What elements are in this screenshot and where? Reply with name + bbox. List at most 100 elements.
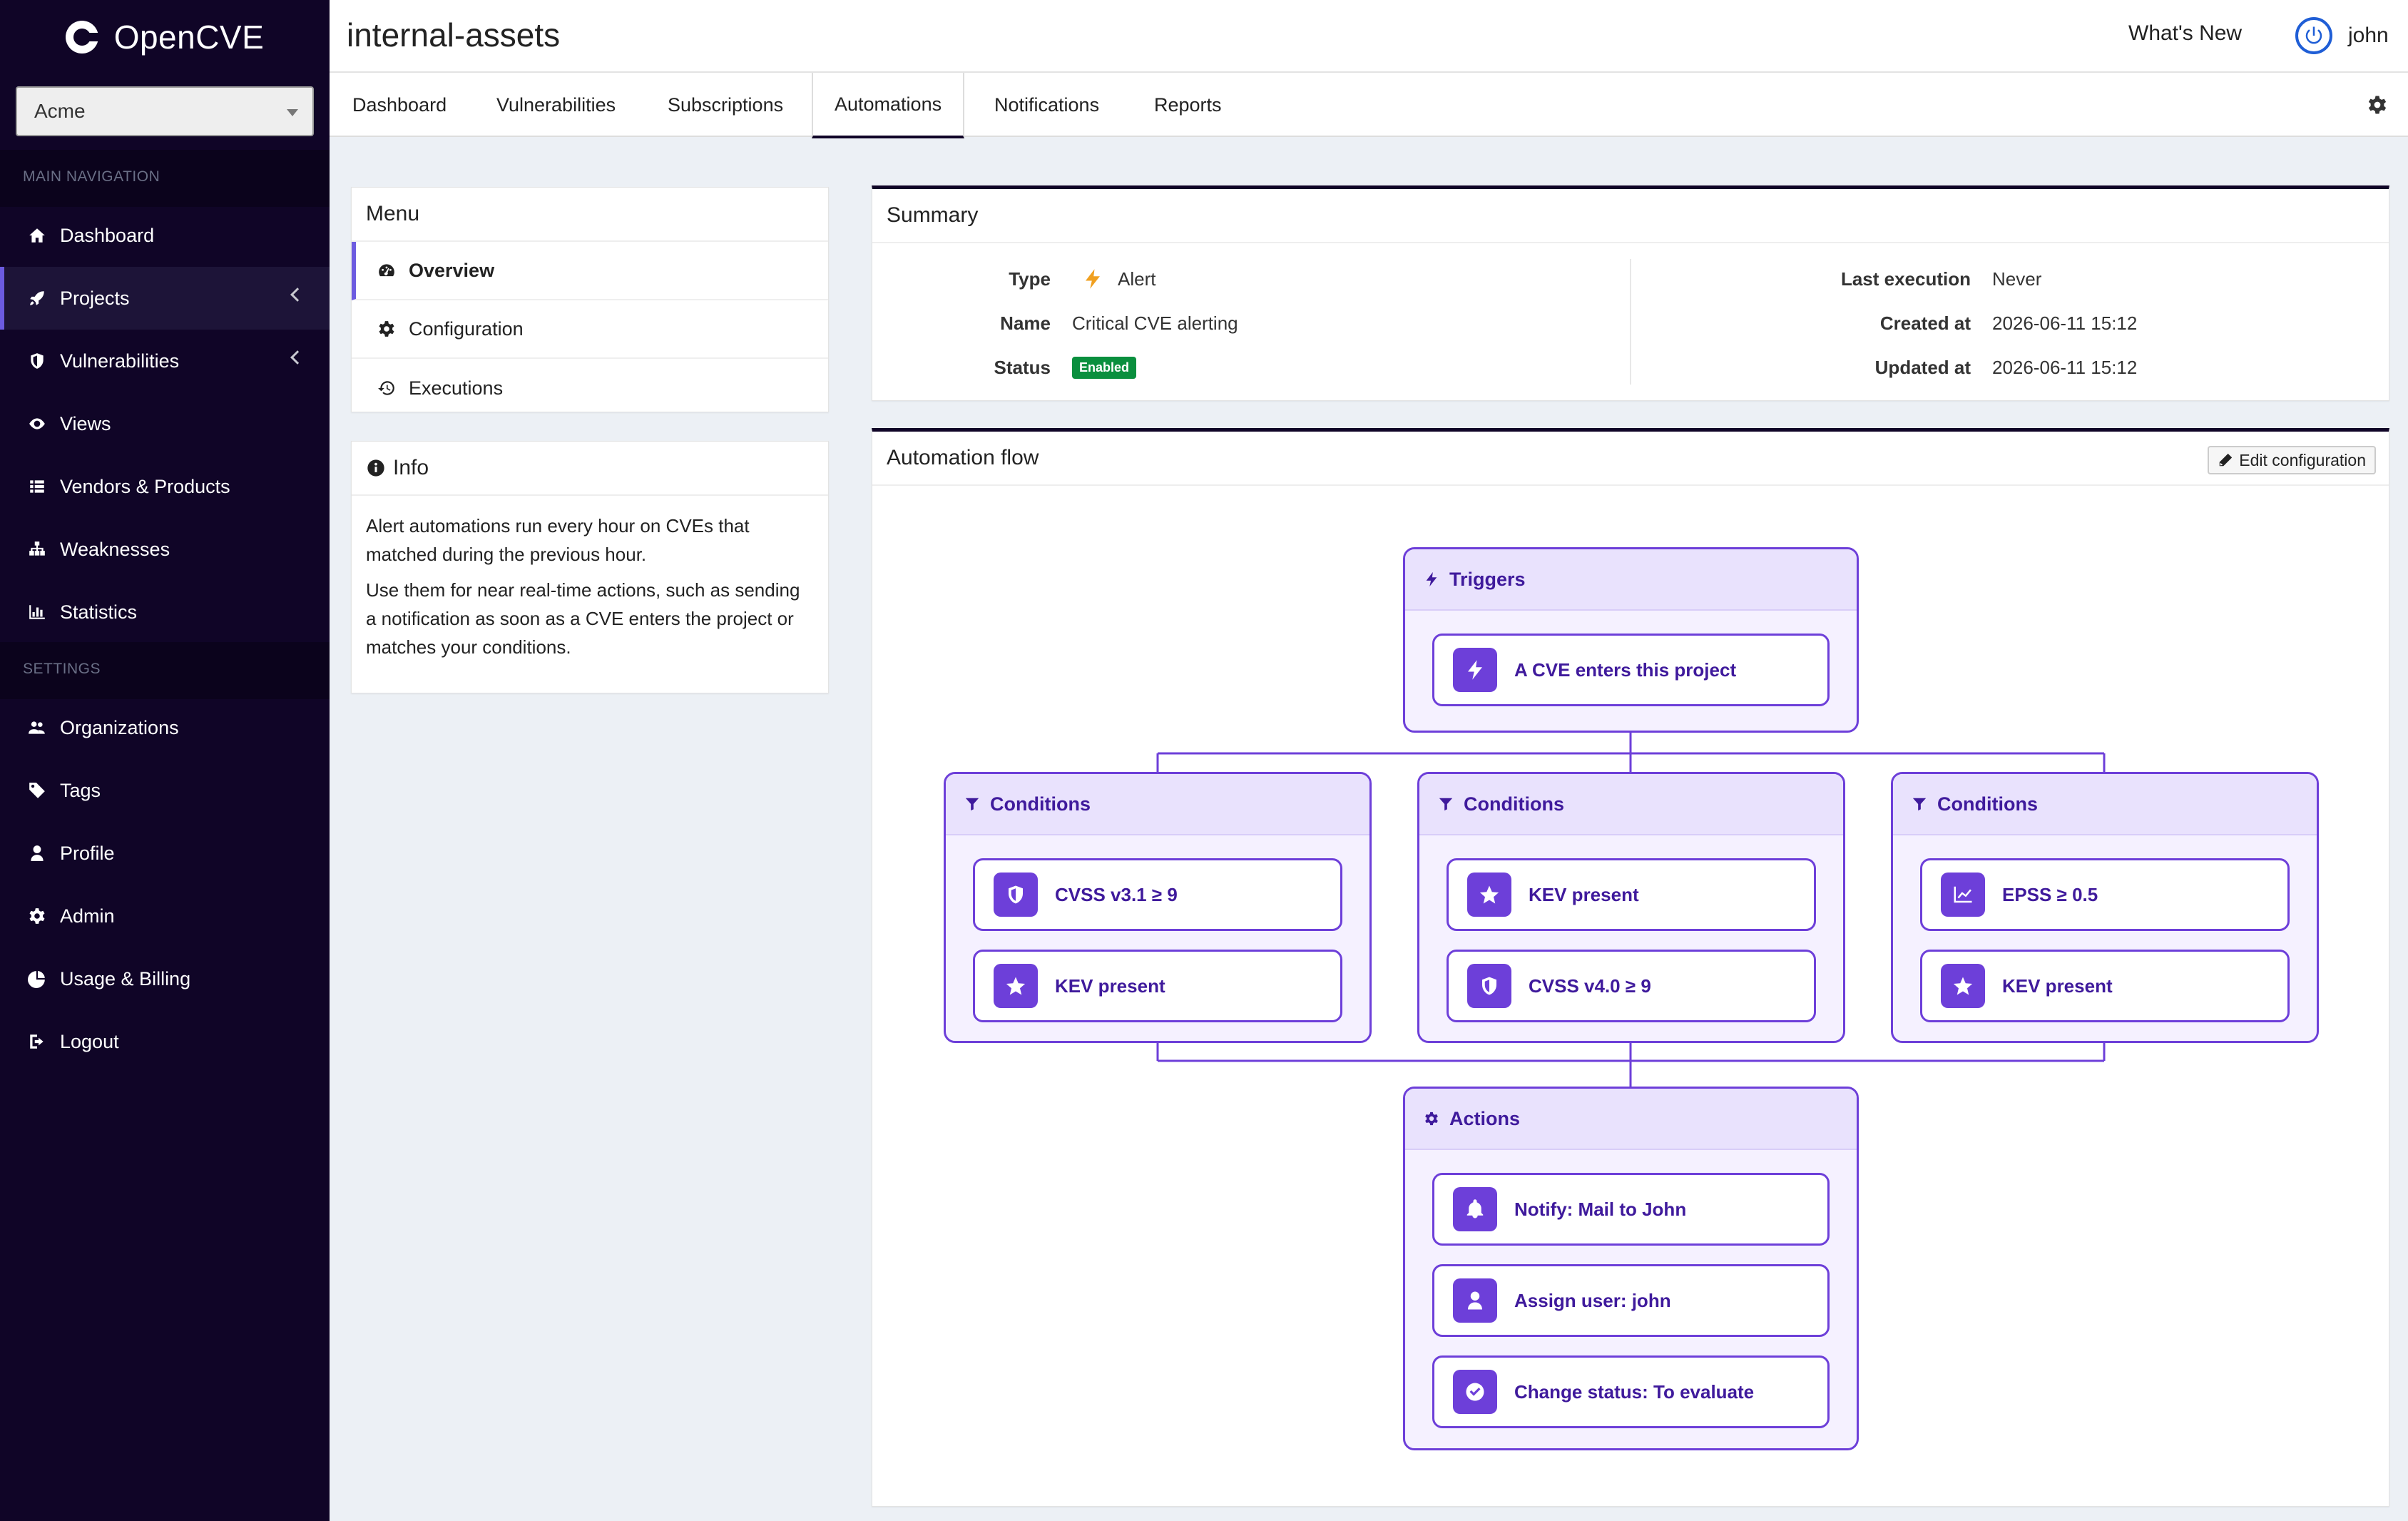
action-node[interactable]: Change status: To evaluate xyxy=(1432,1355,1830,1428)
sidebar-item-label: Usage & Billing xyxy=(60,967,191,990)
filter-icon xyxy=(1438,796,1454,812)
users-icon xyxy=(27,718,47,738)
sidebar-item-label: Statistics xyxy=(60,601,138,623)
user-icon xyxy=(1453,1278,1497,1323)
sidebar-item-weaknesses[interactable]: Weaknesses xyxy=(0,518,330,581)
actions-header: Actions xyxy=(1405,1089,1857,1150)
gear-icon xyxy=(1424,1111,1439,1126)
tags-icon xyxy=(27,780,47,800)
pie-chart-icon xyxy=(27,969,47,989)
condition-node[interactable]: KEV present xyxy=(1920,950,2290,1022)
conditions-group-3: Conditions EPSS ≥ 0.5 KEV present xyxy=(1891,772,2319,1043)
caret-down-icon xyxy=(287,109,298,116)
condition-node[interactable]: KEV present xyxy=(1447,858,1816,931)
tab-subscriptions[interactable]: Subscriptions xyxy=(668,73,783,137)
summary-divider xyxy=(1630,259,1631,385)
conditions-header: Conditions xyxy=(946,774,1369,835)
shield-icon xyxy=(1467,964,1511,1008)
summary-name-row: Name Critical CVE alerting xyxy=(872,309,1238,337)
info-icon xyxy=(366,458,386,478)
user-icon xyxy=(27,843,47,863)
created-label: Created at xyxy=(1879,312,1971,334)
shield-icon xyxy=(27,351,47,371)
sidebar-item-usage-billing[interactable]: Usage & Billing xyxy=(0,947,330,1010)
filter-icon xyxy=(964,796,980,812)
sidebar-item-label: Logout xyxy=(60,1030,119,1052)
sidebar-item-profile[interactable]: Profile xyxy=(0,822,330,885)
conditions-title: Conditions xyxy=(1464,793,1564,815)
settings-header: SETTINGS xyxy=(23,661,101,677)
sidebar-item-admin[interactable]: Admin xyxy=(0,885,330,947)
opencve-logo-icon xyxy=(65,21,100,54)
tab-notifications[interactable]: Notifications xyxy=(994,73,1099,137)
menu-title: Menu xyxy=(352,188,828,242)
tab-automations[interactable]: Automations xyxy=(812,73,965,138)
summary-title: Summary xyxy=(872,189,2389,243)
action-label: Assign user: john xyxy=(1514,1289,1671,1311)
condition-node[interactable]: KEV present xyxy=(973,950,1342,1022)
sidebar-item-statistics[interactable]: Statistics xyxy=(0,581,330,644)
type-label: Type xyxy=(1009,268,1051,290)
sidebar: OpenCVE Acme MAIN NAVIGATION Dashboard P… xyxy=(0,0,330,1521)
menu-item-configuration[interactable]: Configuration xyxy=(352,300,828,359)
condition-node[interactable]: CVSS v3.1 ≥ 9 xyxy=(973,858,1342,931)
tab-reports[interactable]: Reports xyxy=(1154,73,1222,137)
summary-status-row: Status Enabled xyxy=(872,353,1137,382)
info-paragraph: Use them for near real-time actions, suc… xyxy=(366,579,800,658)
sign-out-icon xyxy=(27,1032,47,1052)
action-label: Change status: To evaluate xyxy=(1514,1380,1755,1403)
triggers-group: Triggers A CVE enters this project xyxy=(1403,547,1859,733)
conditions-title: Conditions xyxy=(990,793,1091,815)
summary-card: Summary Type Alert Name Critical CVE ale… xyxy=(872,185,2389,401)
bell-icon xyxy=(1453,1187,1497,1231)
menu-item-overview[interactable]: Overview xyxy=(352,242,828,300)
power-icon xyxy=(2295,17,2332,54)
filter-icon xyxy=(1912,796,1927,812)
sidebar-item-vendors-products[interactable]: Vendors & Products xyxy=(0,455,330,518)
gear-icon xyxy=(27,906,47,926)
info-header: Info xyxy=(352,442,828,496)
summary-updated-row: Updated at 2026-06-11 15:12 xyxy=(1657,353,2138,382)
sidebar-item-label: Organizations xyxy=(60,716,179,738)
created-value: 2026-06-11 15:12 xyxy=(1992,312,2138,334)
condition-label: CVSS v3.1 ≥ 9 xyxy=(1055,883,1178,905)
sidebar-item-organizations[interactable]: Organizations xyxy=(0,696,330,759)
tab-vulnerabilities[interactable]: Vulnerabilities xyxy=(496,73,616,137)
name-label: Name xyxy=(1000,312,1051,334)
user-menu[interactable]: john xyxy=(2295,17,2389,54)
summary-type-row: Type Alert xyxy=(872,265,1155,293)
sidebar-item-tags[interactable]: Tags xyxy=(0,759,330,822)
info-body: Alert automations run every hour on CVEs… xyxy=(352,496,828,677)
whats-new-link[interactable]: What's New xyxy=(2128,21,2242,46)
sidebar-item-logout[interactable]: Logout xyxy=(0,1010,330,1073)
sidebar-item-vulnerabilities[interactable]: Vulnerabilities xyxy=(0,330,330,392)
organization-select[interactable]: Acme xyxy=(16,86,314,136)
menu-item-executions[interactable]: Executions xyxy=(352,359,828,417)
star-icon xyxy=(1467,873,1511,917)
sidebar-item-dashboard[interactable]: Dashboard xyxy=(0,204,330,267)
tab-dashboard[interactable]: Dashboard xyxy=(352,73,447,137)
sidebar-item-label: Projects xyxy=(60,287,130,309)
condition-label: KEV present xyxy=(1529,883,1639,905)
gear-icon[interactable] xyxy=(2367,94,2388,116)
page-title: internal-assets xyxy=(347,16,561,54)
home-icon xyxy=(27,225,47,245)
chevron-left-icon xyxy=(290,288,305,302)
sidebar-item-views[interactable]: Views xyxy=(0,392,330,455)
gear-icon xyxy=(377,320,396,338)
sidebar-item-label: Admin xyxy=(60,905,115,927)
trigger-node[interactable]: A CVE enters this project xyxy=(1432,634,1830,706)
condition-node[interactable]: CVSS v4.0 ≥ 9 xyxy=(1447,950,1816,1022)
conditions-group-1: Conditions CVSS v3.1 ≥ 9 KEV present xyxy=(944,772,1372,1043)
app-logo[interactable]: OpenCVE xyxy=(0,0,330,74)
check-circle-icon xyxy=(1453,1370,1497,1414)
sidebar-item-label: Vendors & Products xyxy=(60,475,230,497)
bolt-icon xyxy=(1424,571,1439,587)
action-node[interactable]: Notify: Mail to John xyxy=(1432,1173,1830,1246)
sidebar-item-projects[interactable]: Projects xyxy=(0,267,330,330)
condition-node[interactable]: EPSS ≥ 0.5 xyxy=(1920,858,2290,931)
condition-label: CVSS v4.0 ≥ 9 xyxy=(1529,975,1651,997)
sidebar-item-label: Weaknesses xyxy=(60,538,170,560)
shield-icon xyxy=(994,873,1038,917)
action-node[interactable]: Assign user: john xyxy=(1432,1264,1830,1337)
